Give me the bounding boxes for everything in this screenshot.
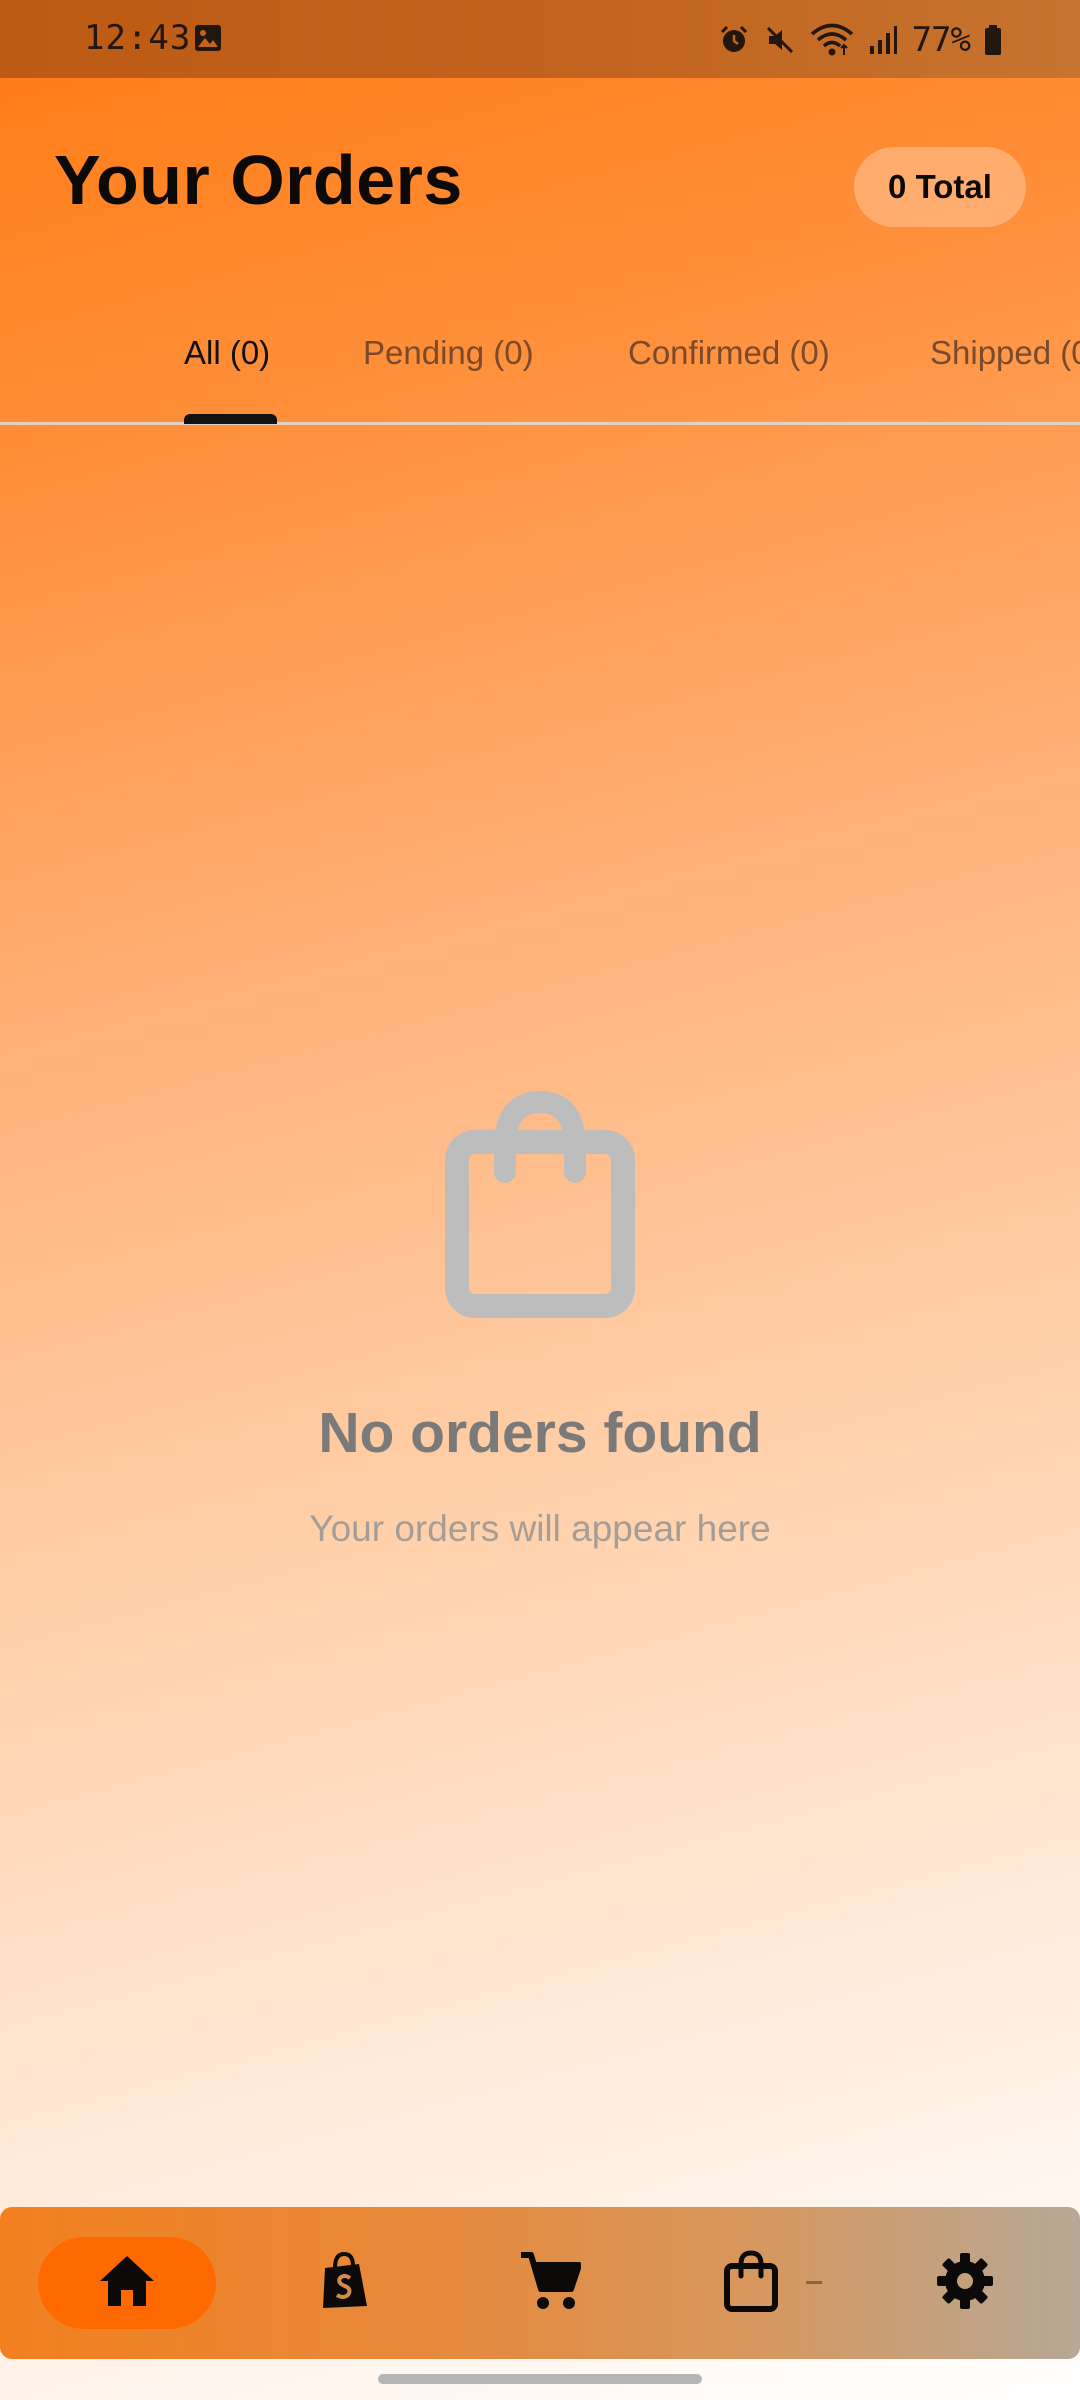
active-tab-indicator bbox=[184, 414, 277, 424]
empty-state-subtitle: Your orders will appear here bbox=[309, 1508, 771, 1549]
orders-screen: 12:43 77% Your Orders 0 Total All (0) Pe… bbox=[0, 0, 1080, 2400]
tab-confirmed[interactable]: Confirmed (0) bbox=[628, 334, 830, 372]
shopping-bag-icon bbox=[445, 1090, 635, 1320]
total-badge: 0 Total bbox=[854, 147, 1026, 227]
nav-cart[interactable] bbox=[505, 2237, 595, 2329]
nav-orders[interactable] bbox=[706, 2237, 796, 2329]
orders-bag-icon bbox=[723, 2249, 779, 2317]
gesture-bar[interactable] bbox=[378, 2374, 702, 2384]
cart-icon bbox=[519, 2251, 582, 2316]
nav-home[interactable] bbox=[38, 2237, 216, 2329]
photo-icon bbox=[194, 24, 222, 52]
order-status-tabs: All (0) Pending (0) Confirmed (0) Shippe… bbox=[0, 320, 1080, 425]
nav-shop[interactable] bbox=[300, 2237, 390, 2329]
empty-state-title: No orders found bbox=[318, 1401, 762, 1465]
nav-divider bbox=[806, 2281, 822, 2284]
home-icon bbox=[97, 2253, 157, 2314]
wifi-icon bbox=[810, 23, 854, 57]
signal-icon bbox=[868, 24, 898, 56]
alarm-icon bbox=[718, 24, 750, 56]
bottom-navigation bbox=[0, 2207, 1080, 2359]
nav-settings[interactable] bbox=[920, 2237, 1010, 2329]
battery-percent: 77% bbox=[911, 20, 971, 60]
status-icons: 77% bbox=[718, 18, 1002, 62]
tab-all[interactable]: All (0) bbox=[184, 334, 270, 372]
tab-shipped[interactable]: Shipped (0) bbox=[930, 334, 1080, 372]
shop-icon bbox=[319, 2251, 371, 2315]
status-bar: 12:43 77% bbox=[0, 0, 1080, 78]
settings-gear-icon bbox=[935, 2251, 995, 2316]
battery-icon bbox=[984, 24, 1002, 56]
status-time: 12:43 bbox=[84, 18, 192, 58]
tab-pending[interactable]: Pending (0) bbox=[363, 334, 534, 372]
page-title: Your Orders bbox=[54, 141, 463, 219]
mute-icon bbox=[764, 24, 796, 56]
